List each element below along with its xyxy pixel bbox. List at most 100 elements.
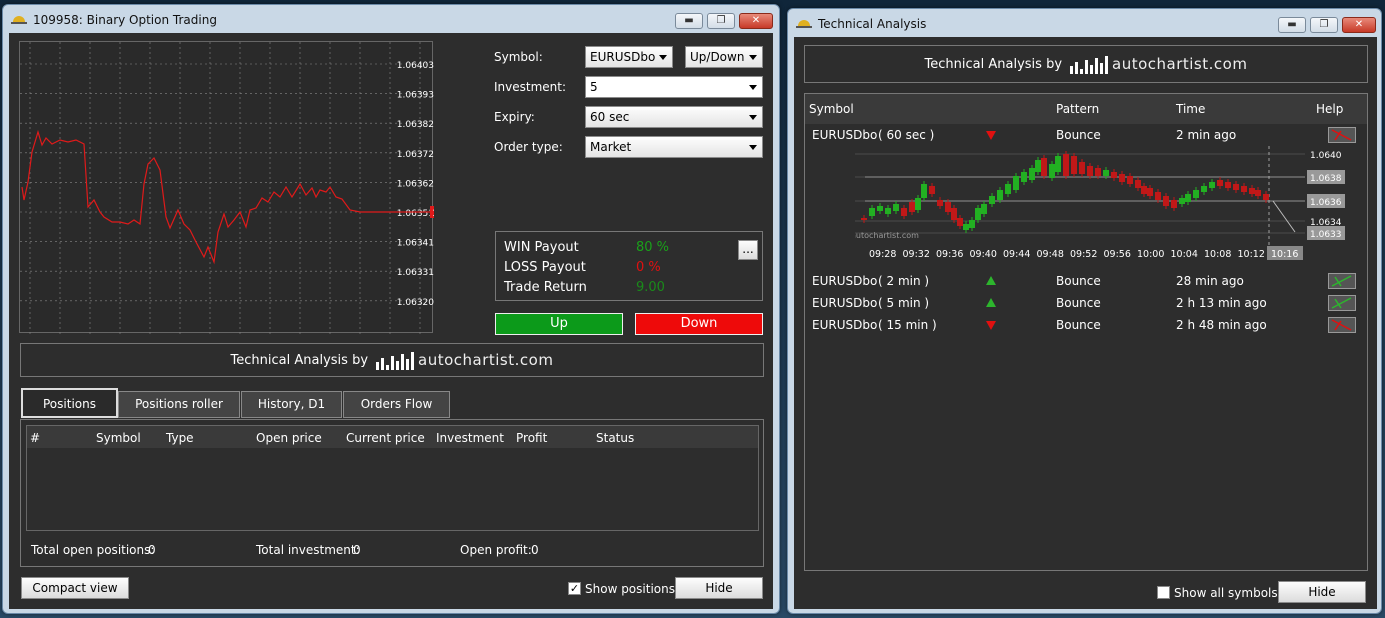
candle <box>1127 176 1133 184</box>
ta-row[interactable]: EURUSDbo ( 15 min ) Bounce 2 h 48 min ag… <box>805 314 1367 336</box>
time-tick-label: 09:44 <box>1003 249 1030 260</box>
help-chart-up-icon[interactable] <box>1328 295 1356 311</box>
price-tick-label: 1.0638 <box>1310 174 1342 184</box>
symbol-value: EURUSDbo <box>590 50 656 64</box>
ta-banner-brand: autochartist.com <box>418 351 554 369</box>
restore-button[interactable]: ❐ <box>1310 17 1338 33</box>
time-tick-label: 09:48 <box>1037 249 1064 260</box>
restore-button[interactable]: ❐ <box>707 13 735 29</box>
candle <box>963 224 969 230</box>
close-button[interactable]: ✕ <box>739 13 773 29</box>
expiry-select[interactable]: 60 sec <box>585 106 763 128</box>
help-chart-up-icon[interactable] <box>1328 273 1356 289</box>
time-tick-label: 09:52 <box>1070 249 1097 260</box>
price-tick-label: 1.06331 <box>397 268 434 278</box>
show-all-symbols-checkbox[interactable] <box>1157 586 1170 599</box>
candle <box>861 218 867 220</box>
minimize-button[interactable]: ▬ <box>675 13 703 29</box>
candle <box>1147 188 1153 196</box>
candle <box>1063 154 1069 176</box>
col-help: Help <box>1316 102 1344 116</box>
trend-up-icon <box>986 298 996 307</box>
pattern-chart[interactable]: 1.0640 1.0638 1.0636 1.0634 1.0633 autocharti… <box>851 146 1365 270</box>
hide-button[interactable]: Hide <box>675 577 763 599</box>
row-pattern: Bounce <box>1056 128 1101 142</box>
down-button[interactable]: Down <box>635 313 763 335</box>
help-chart-down-icon[interactable] <box>1328 127 1356 143</box>
close-button[interactable]: ✕ <box>1342 17 1376 33</box>
candle <box>1225 182 1231 188</box>
candle <box>1209 182 1215 188</box>
order-type-label: Order type: <box>494 140 563 154</box>
row-period: ( 2 min ) <box>878 274 930 288</box>
window-title: Technical Analysis <box>818 17 927 31</box>
tab-positions-roller[interactable]: Positions roller <box>118 391 240 418</box>
payout-details-button[interactable]: ... <box>738 240 758 260</box>
technical-analysis-window: Technical Analysis ▬ ❐ ✕ Technical Analy… <box>787 8 1382 614</box>
tab-orders-flow[interactable]: Orders Flow <box>343 391 450 418</box>
ta-row[interactable]: EURUSDbo ( 5 min ) Bounce 2 h 13 min ago <box>805 292 1367 314</box>
order-type-value: Market <box>590 140 632 154</box>
show-all-symbols-label[interactable]: Show all symbols <box>1174 586 1278 600</box>
minimize-button[interactable]: ▬ <box>1278 17 1306 33</box>
hide-button[interactable]: Hide <box>1278 581 1366 603</box>
row-time: 28 min ago <box>1176 274 1244 288</box>
up-button[interactable]: Up <box>495 313 623 335</box>
candle <box>1263 194 1269 200</box>
autochartist-logo-icon <box>376 350 415 370</box>
candle <box>1087 166 1093 176</box>
investment-label: Investment: <box>494 80 567 94</box>
row-pattern: Bounce <box>1056 296 1101 310</box>
price-tick-label: 1.06372 <box>397 150 434 160</box>
ta-row[interactable]: EURUSDbo ( 2 min ) Bounce 28 min ago <box>805 270 1367 292</box>
help-chart-down-icon[interactable] <box>1328 317 1356 333</box>
technical-analysis-banner[interactable]: Technical Analysis by autochartist.com <box>804 45 1368 83</box>
candle <box>877 206 883 211</box>
symbol-select[interactable]: EURUSDbo <box>585 46 673 68</box>
tab-positions[interactable]: Positions <box>21 388 118 418</box>
candle <box>869 208 875 216</box>
investment-input[interactable]: 5 <box>585 76 763 98</box>
technical-analysis-banner[interactable]: Technical Analysis by autochartist.com <box>20 343 764 377</box>
compact-view-button[interactable]: Compact view <box>21 577 129 599</box>
tab-history-d1[interactable]: History, D1 <box>241 391 342 418</box>
window-titlebar[interactable]: 109958: Binary Option Trading <box>3 5 779 35</box>
candle <box>1049 164 1055 178</box>
ta-banner-prefix: Technical Analysis by <box>230 352 369 368</box>
positions-table[interactable]: # Symbol Type Open price Current price I… <box>26 425 759 531</box>
binary-option-client: 1.06403 1.06393 1.06382 1.06372 1.06362 1.063… <box>9 33 773 609</box>
price-tick-label: 1.0640 <box>1310 151 1342 161</box>
positions-panel: # Symbol Type Open price Current price I… <box>20 419 764 567</box>
chevron-down-icon <box>749 55 757 60</box>
price-tick-label: 1.06362 <box>397 179 434 189</box>
candle <box>1241 186 1247 192</box>
col-profit: Profit <box>516 431 548 445</box>
total-investment-value: 0 <box>353 543 361 557</box>
total-open-positions-value: 0 <box>148 543 156 557</box>
autochartist-logo-icon <box>1070 54 1109 74</box>
investment-value: 5 <box>590 80 598 94</box>
direction-select[interactable]: Up/Down <box>685 46 763 68</box>
candle <box>885 208 891 214</box>
price-series-line <box>21 129 430 265</box>
candle <box>1255 190 1261 196</box>
row-period: ( 15 min ) <box>878 318 937 332</box>
show-positions-label[interactable]: Show positions <box>585 582 675 596</box>
candle <box>1179 198 1185 204</box>
ta-banner-prefix: Technical Analysis by <box>924 56 1063 72</box>
price-tick-label: 1.06320 <box>397 298 434 308</box>
price-chart[interactable]: 1.06403 1.06393 1.06382 1.06372 1.06362 1.063… <box>19 41 469 334</box>
price-tick-label: 1.06393 <box>397 91 434 101</box>
candle <box>1041 158 1047 176</box>
candle <box>1135 180 1141 188</box>
price-tick-label: 1.06341 <box>397 239 434 249</box>
ta-row[interactable]: EURUSDbo ( 60 sec ) Bounce 2 min ago <box>805 124 1367 146</box>
ta-banner-brand: autochartist.com <box>1112 55 1248 73</box>
col-current-price: Current price <box>346 431 425 445</box>
show-positions-checkbox[interactable]: ✓ <box>568 582 581 595</box>
order-type-select[interactable]: Market <box>585 136 763 158</box>
trade-return-value: 9.00 <box>636 280 665 295</box>
candle <box>901 208 907 216</box>
candle <box>1005 184 1011 194</box>
price-tick-label: 1.06351 <box>397 209 434 219</box>
